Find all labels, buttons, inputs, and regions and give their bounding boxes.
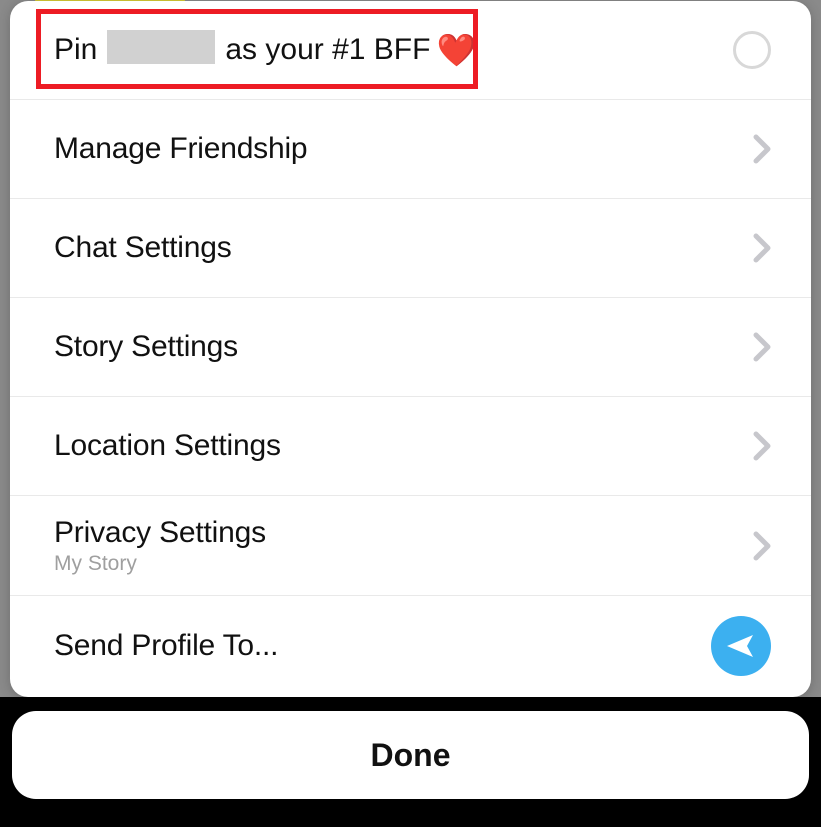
chevron-right-icon	[753, 531, 771, 561]
privacy-settings-row[interactable]: Privacy Settings My Story	[10, 496, 811, 596]
story-settings-row[interactable]: Story Settings	[10, 298, 811, 397]
privacy-settings-sublabel: My Story	[54, 552, 753, 576]
location-settings-row[interactable]: Location Settings	[10, 397, 811, 496]
chat-settings-row[interactable]: Chat Settings	[10, 199, 811, 298]
privacy-settings-label: Privacy Settings	[54, 516, 753, 550]
done-button-label: Done	[371, 737, 451, 774]
send-button[interactable]	[711, 616, 771, 676]
send-profile-row[interactable]: Send Profile To...	[10, 596, 811, 695]
chevron-right-icon	[753, 332, 771, 362]
manage-friendship-row[interactable]: Manage Friendship	[10, 100, 811, 199]
location-settings-label: Location Settings	[54, 429, 753, 463]
story-settings-label: Story Settings	[54, 330, 753, 364]
chevron-right-icon	[753, 233, 771, 263]
heart-icon: ❤️	[436, 34, 476, 66]
pin-bff-label: Pin as your #1 BFF ❤️	[54, 33, 733, 67]
send-profile-label: Send Profile To...	[54, 629, 711, 663]
send-icon	[725, 632, 757, 660]
redacted-username	[107, 30, 215, 64]
chevron-right-icon	[753, 431, 771, 461]
chat-settings-label: Chat Settings	[54, 231, 753, 265]
settings-sheet: Pin as your #1 BFF ❤️ Manage Friendship …	[10, 1, 811, 697]
chevron-right-icon	[753, 134, 771, 164]
pin-bff-radio[interactable]	[733, 31, 771, 69]
pin-bff-row[interactable]: Pin as your #1 BFF ❤️	[10, 1, 811, 100]
manage-friendship-label: Manage Friendship	[54, 132, 753, 166]
done-button[interactable]: Done	[12, 711, 809, 799]
